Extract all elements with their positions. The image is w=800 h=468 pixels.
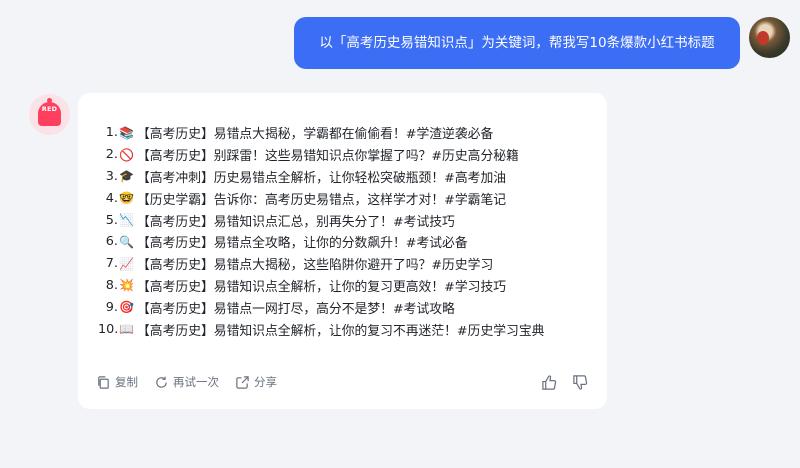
copy-button[interactable]: 复制 xyxy=(96,374,138,390)
title-text: 【高考历史】易错知识点全解析，让你的复习不再迷茫！#历史学习宝典 xyxy=(137,323,545,339)
title-text: 【高考历史】易错点全攻略，让你的分数飙升！#考试必备 xyxy=(137,236,468,252)
user-avatar[interactable] xyxy=(749,17,790,58)
bot-logo-label: RED xyxy=(41,105,58,113)
title-text: 【历史学霸】告诉你：高考历史易错点，这样学才对！#学霸笔记 xyxy=(137,192,507,208)
share-icon xyxy=(236,375,249,389)
title-number: 3. xyxy=(105,168,118,184)
title-text: 【高考历史】易错点一网打尽，高分不是梦！#考试攻略 xyxy=(137,301,455,317)
title-item: 8. 💥 【高考历史】易错知识点全解析，让你的复习更高效！#学习技巧 xyxy=(98,275,544,297)
title-emoji-icon: 🎓 xyxy=(119,169,134,184)
refresh-icon xyxy=(156,376,167,388)
title-text: 【高考历史】易错知识点汇总，别再失分了！#考试技巧 xyxy=(137,214,455,230)
title-number: 5. xyxy=(105,212,118,228)
feedback-buttons xyxy=(527,374,589,391)
title-text: 【高考历史】别踩雷！这些易错知识点你掌握了吗？#历史高分秘籍 xyxy=(137,149,519,165)
title-number: 10. xyxy=(98,321,119,337)
retry-label: 再试一次 xyxy=(173,375,219,389)
title-emoji-icon: 💥 xyxy=(119,278,134,293)
title-number: 8. xyxy=(105,277,118,293)
title-text: 【高考历史】易错点大揭秘，学霸都在偷偷看！#学渣逆袭必备 xyxy=(137,127,494,143)
title-emoji-icon: 🎯 xyxy=(119,300,134,315)
title-item: 5. 📉 【高考历史】易错知识点汇总，别再失分了！#考试技巧 xyxy=(98,209,544,231)
title-item: 3. 🎓 【高考冲刺】历史易错点全解析，让你轻松突破瓶颈！#高考加油 xyxy=(98,166,544,188)
title-item: 1. 📚 【高考历史】易错点大揭秘，学霸都在偷偷看！#学渣逆袭必备 xyxy=(98,122,544,144)
title-number: 7. xyxy=(105,256,118,272)
title-number: 4. xyxy=(105,190,118,206)
title-list: 1. 📚 【高考历史】易错点大揭秘，学霸都在偷偷看！#学渣逆袭必备 2. 🚫 【高考历史】… xyxy=(98,122,544,340)
share-label: 分享 xyxy=(254,375,277,389)
title-text: 【高考冲刺】历史易错点全解析，让你轻松突破瓶颈！#高考加油 xyxy=(137,170,507,186)
title-item: 6. 🔍 【高考历史】易错点全攻略，让你的分数飙升！#考试必备 xyxy=(98,231,544,253)
title-number: 2. xyxy=(105,147,118,163)
share-button[interactable]: 分享 xyxy=(235,374,277,390)
thumbs-up-icon[interactable] xyxy=(541,374,558,391)
copy-icon xyxy=(98,375,109,389)
title-emoji-icon: 📈 xyxy=(119,256,134,271)
thumbs-down-icon[interactable] xyxy=(572,374,589,391)
copy-label: 复制 xyxy=(115,375,138,389)
response-actions: 复制 再试一次 分享 xyxy=(96,374,293,390)
title-item: 4. 🤓 【历史学霸】告诉你：高考历史易错点，这样学才对！#学霸笔记 xyxy=(98,187,544,209)
title-emoji-icon: 📚 xyxy=(119,125,134,140)
user-message-row: 以「高考历史易错知识点」为关键词，帮我写10条爆款小红书标题 xyxy=(294,17,790,69)
title-emoji-icon: 🚫 xyxy=(119,147,134,162)
title-emoji-icon: 📖 xyxy=(119,322,134,337)
title-emoji-icon: 🔍 xyxy=(119,234,134,249)
title-emoji-icon: 🤓 xyxy=(119,191,134,206)
title-number: 9. xyxy=(105,299,118,315)
title-item: 2. 🚫 【高考历史】别踩雷！这些易错知识点你掌握了吗？#历史高分秘籍 xyxy=(98,144,544,166)
title-emoji-icon: 📉 xyxy=(119,213,134,228)
retry-button[interactable]: 再试一次 xyxy=(154,374,219,390)
bot-avatar: RED xyxy=(29,94,70,135)
title-item: 9. 🎯 【高考历史】易错点一网打尽，高分不是梦！#考试攻略 xyxy=(98,296,544,318)
user-message-bubble: 以「高考历史易错知识点」为关键词，帮我写10条爆款小红书标题 xyxy=(294,17,740,69)
title-text: 【高考历史】易错点大揭秘，这些陷阱你避开了吗？#历史学习 xyxy=(137,258,494,274)
title-number: 6. xyxy=(105,234,118,250)
bot-response-card: 1. 📚 【高考历史】易错点大揭秘，学霸都在偷偷看！#学渣逆袭必备 2. 🚫 【高考历史】… xyxy=(78,93,607,409)
title-text: 【高考历史】易错知识点全解析，让你的复习更高效！#学习技巧 xyxy=(137,279,507,295)
title-item: 7. 📈 【高考历史】易错点大揭秘，这些陷阱你避开了吗？#历史学习 xyxy=(98,253,544,275)
title-number: 1. xyxy=(105,125,118,141)
title-item: 10. 📖 【高考历史】易错知识点全解析，让你的复习不再迷茫！#历史学习宝典 xyxy=(98,318,544,340)
